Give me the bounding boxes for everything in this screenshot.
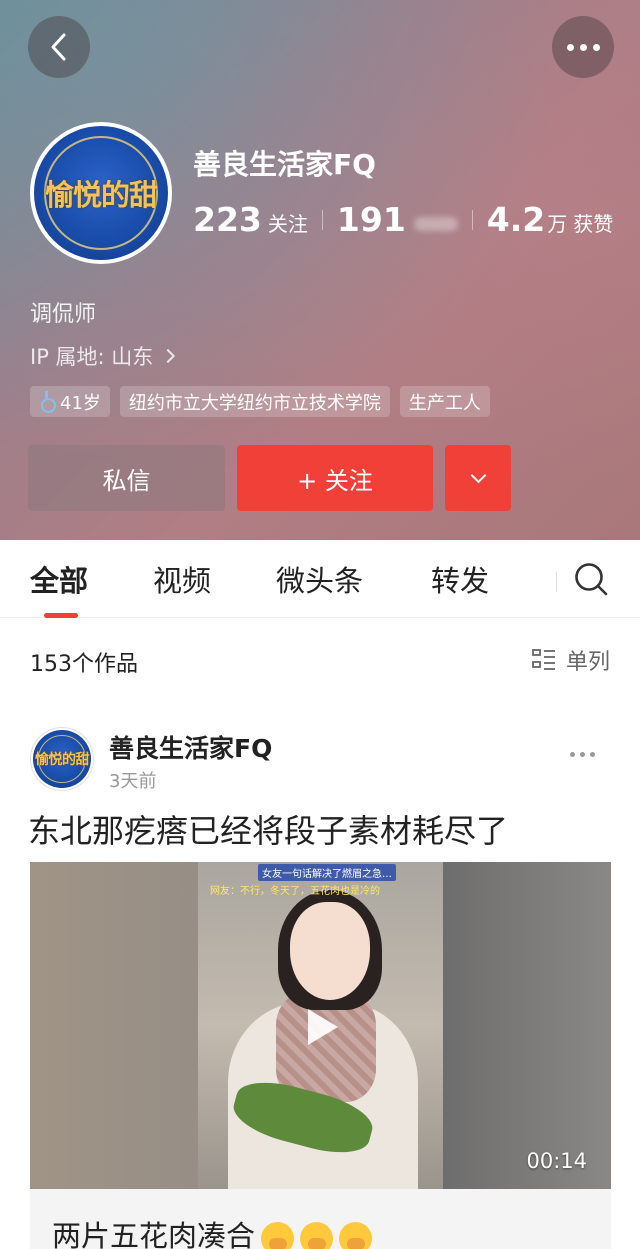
follow-button[interactable]: + 关注 — [237, 445, 433, 511]
following-count[interactable]: 223 — [193, 200, 262, 239]
video-thumbnail[interactable]: 女友一句话解决了燃眉之急… 网友：不行，冬天了，五花肉也是冷的 00:14 — [30, 862, 611, 1189]
avatar-logo-text: 愉悦的甜 — [44, 178, 158, 212]
emoji-icon — [339, 1221, 373, 1249]
ip-location[interactable]: IP 属地: 山东 — [30, 341, 176, 371]
profile-header: 愉悦的甜 善良生活家FQ 223 关注 191 4.2 万 获赞 调侃师 IP … — [0, 0, 640, 540]
post-avatar-logo-text: 愉悦的甜 — [35, 752, 90, 768]
message-button[interactable]: 私信 — [28, 445, 225, 511]
profile-name: 善良生活家FQ — [193, 148, 376, 181]
video-caption: 两片五花肉凑合 — [52, 1213, 373, 1249]
profile-avatar[interactable]: 愉悦的甜 — [30, 122, 172, 264]
chevron-right-icon — [161, 348, 176, 364]
post-time: 3天前 — [109, 771, 157, 792]
view-mode-toggle[interactable]: 单列 — [532, 644, 610, 676]
follow-dropdown-button[interactable] — [445, 445, 511, 511]
tab-video[interactable]: 视频 — [153, 558, 211, 600]
followers-count[interactable]: 191 — [337, 200, 406, 239]
tag-age-label: 41岁 — [60, 392, 101, 414]
list-view-icon — [532, 649, 555, 670]
view-mode-label: 单列 — [565, 650, 610, 675]
works-count: 153个作品 — [30, 652, 138, 677]
tag-age: 41岁 — [30, 386, 110, 417]
tab-repost[interactable]: 转发 — [431, 558, 489, 600]
back-arrow-icon — [51, 33, 66, 61]
profile-actions: 私信 + 关注 — [28, 445, 511, 511]
profile-stats: 223 关注 191 4.2 万 获赞 — [193, 200, 613, 239]
video-caption-text: 两片五花肉凑合 — [52, 1219, 256, 1249]
tab-all[interactable]: 全部 — [30, 558, 88, 600]
followers-label-blurred — [413, 217, 458, 231]
active-tab-indicator — [44, 613, 78, 618]
video-overlay-subtitle: 网友：不行，冬天了，五花肉也是冷的 — [210, 886, 380, 897]
tag-school-label: 纽约市立大学纽约市立技术学院 — [128, 392, 381, 414]
more-dots-icon — [566, 43, 600, 51]
emoji-icon — [261, 1221, 295, 1249]
tag-school: 纽约市立大学纽约市立技术学院 — [119, 386, 390, 417]
profile-tags: 41岁 纽约市立大学纽约市立技术学院 生产工人 — [30, 386, 490, 417]
tag-occupation-label: 生产工人 — [408, 392, 481, 414]
play-icon[interactable] — [298, 1004, 344, 1050]
likes-unit: 万 — [547, 212, 568, 236]
post-title[interactable]: 东北那疙瘩已经将段子素材耗尽了 — [28, 806, 508, 852]
likes-count: 4.2 — [486, 200, 546, 239]
female-icon — [39, 390, 56, 413]
profile-bio: 调侃师 — [30, 302, 97, 327]
video-caption-bar: 两片五花肉凑合 — [30, 1189, 611, 1249]
more-options-button[interactable] — [552, 16, 614, 78]
back-button[interactable] — [28, 16, 90, 78]
post-author-avatar[interactable]: 愉悦的甜 — [30, 727, 94, 791]
search-icon[interactable] — [573, 561, 609, 597]
content-tabs: 全部 视频 微头条 转发 — [0, 540, 640, 618]
emoji-icon — [300, 1221, 334, 1249]
likes-label: 获赞 — [573, 212, 614, 236]
post-more-button[interactable] — [570, 752, 595, 757]
tag-occupation: 生产工人 — [399, 386, 490, 417]
tab-micro-post[interactable]: 微头条 — [276, 558, 363, 600]
ip-location-text: IP 属地: 山东 — [30, 345, 154, 369]
chevron-down-icon — [470, 467, 486, 483]
video-duration: 00:14 — [526, 1149, 587, 1173]
following-label[interactable]: 关注 — [268, 208, 308, 237]
video-overlay-title: 女友一句话解决了燃眉之急… — [258, 864, 396, 881]
post-author-name[interactable]: 善良生活家FQ — [109, 729, 272, 765]
